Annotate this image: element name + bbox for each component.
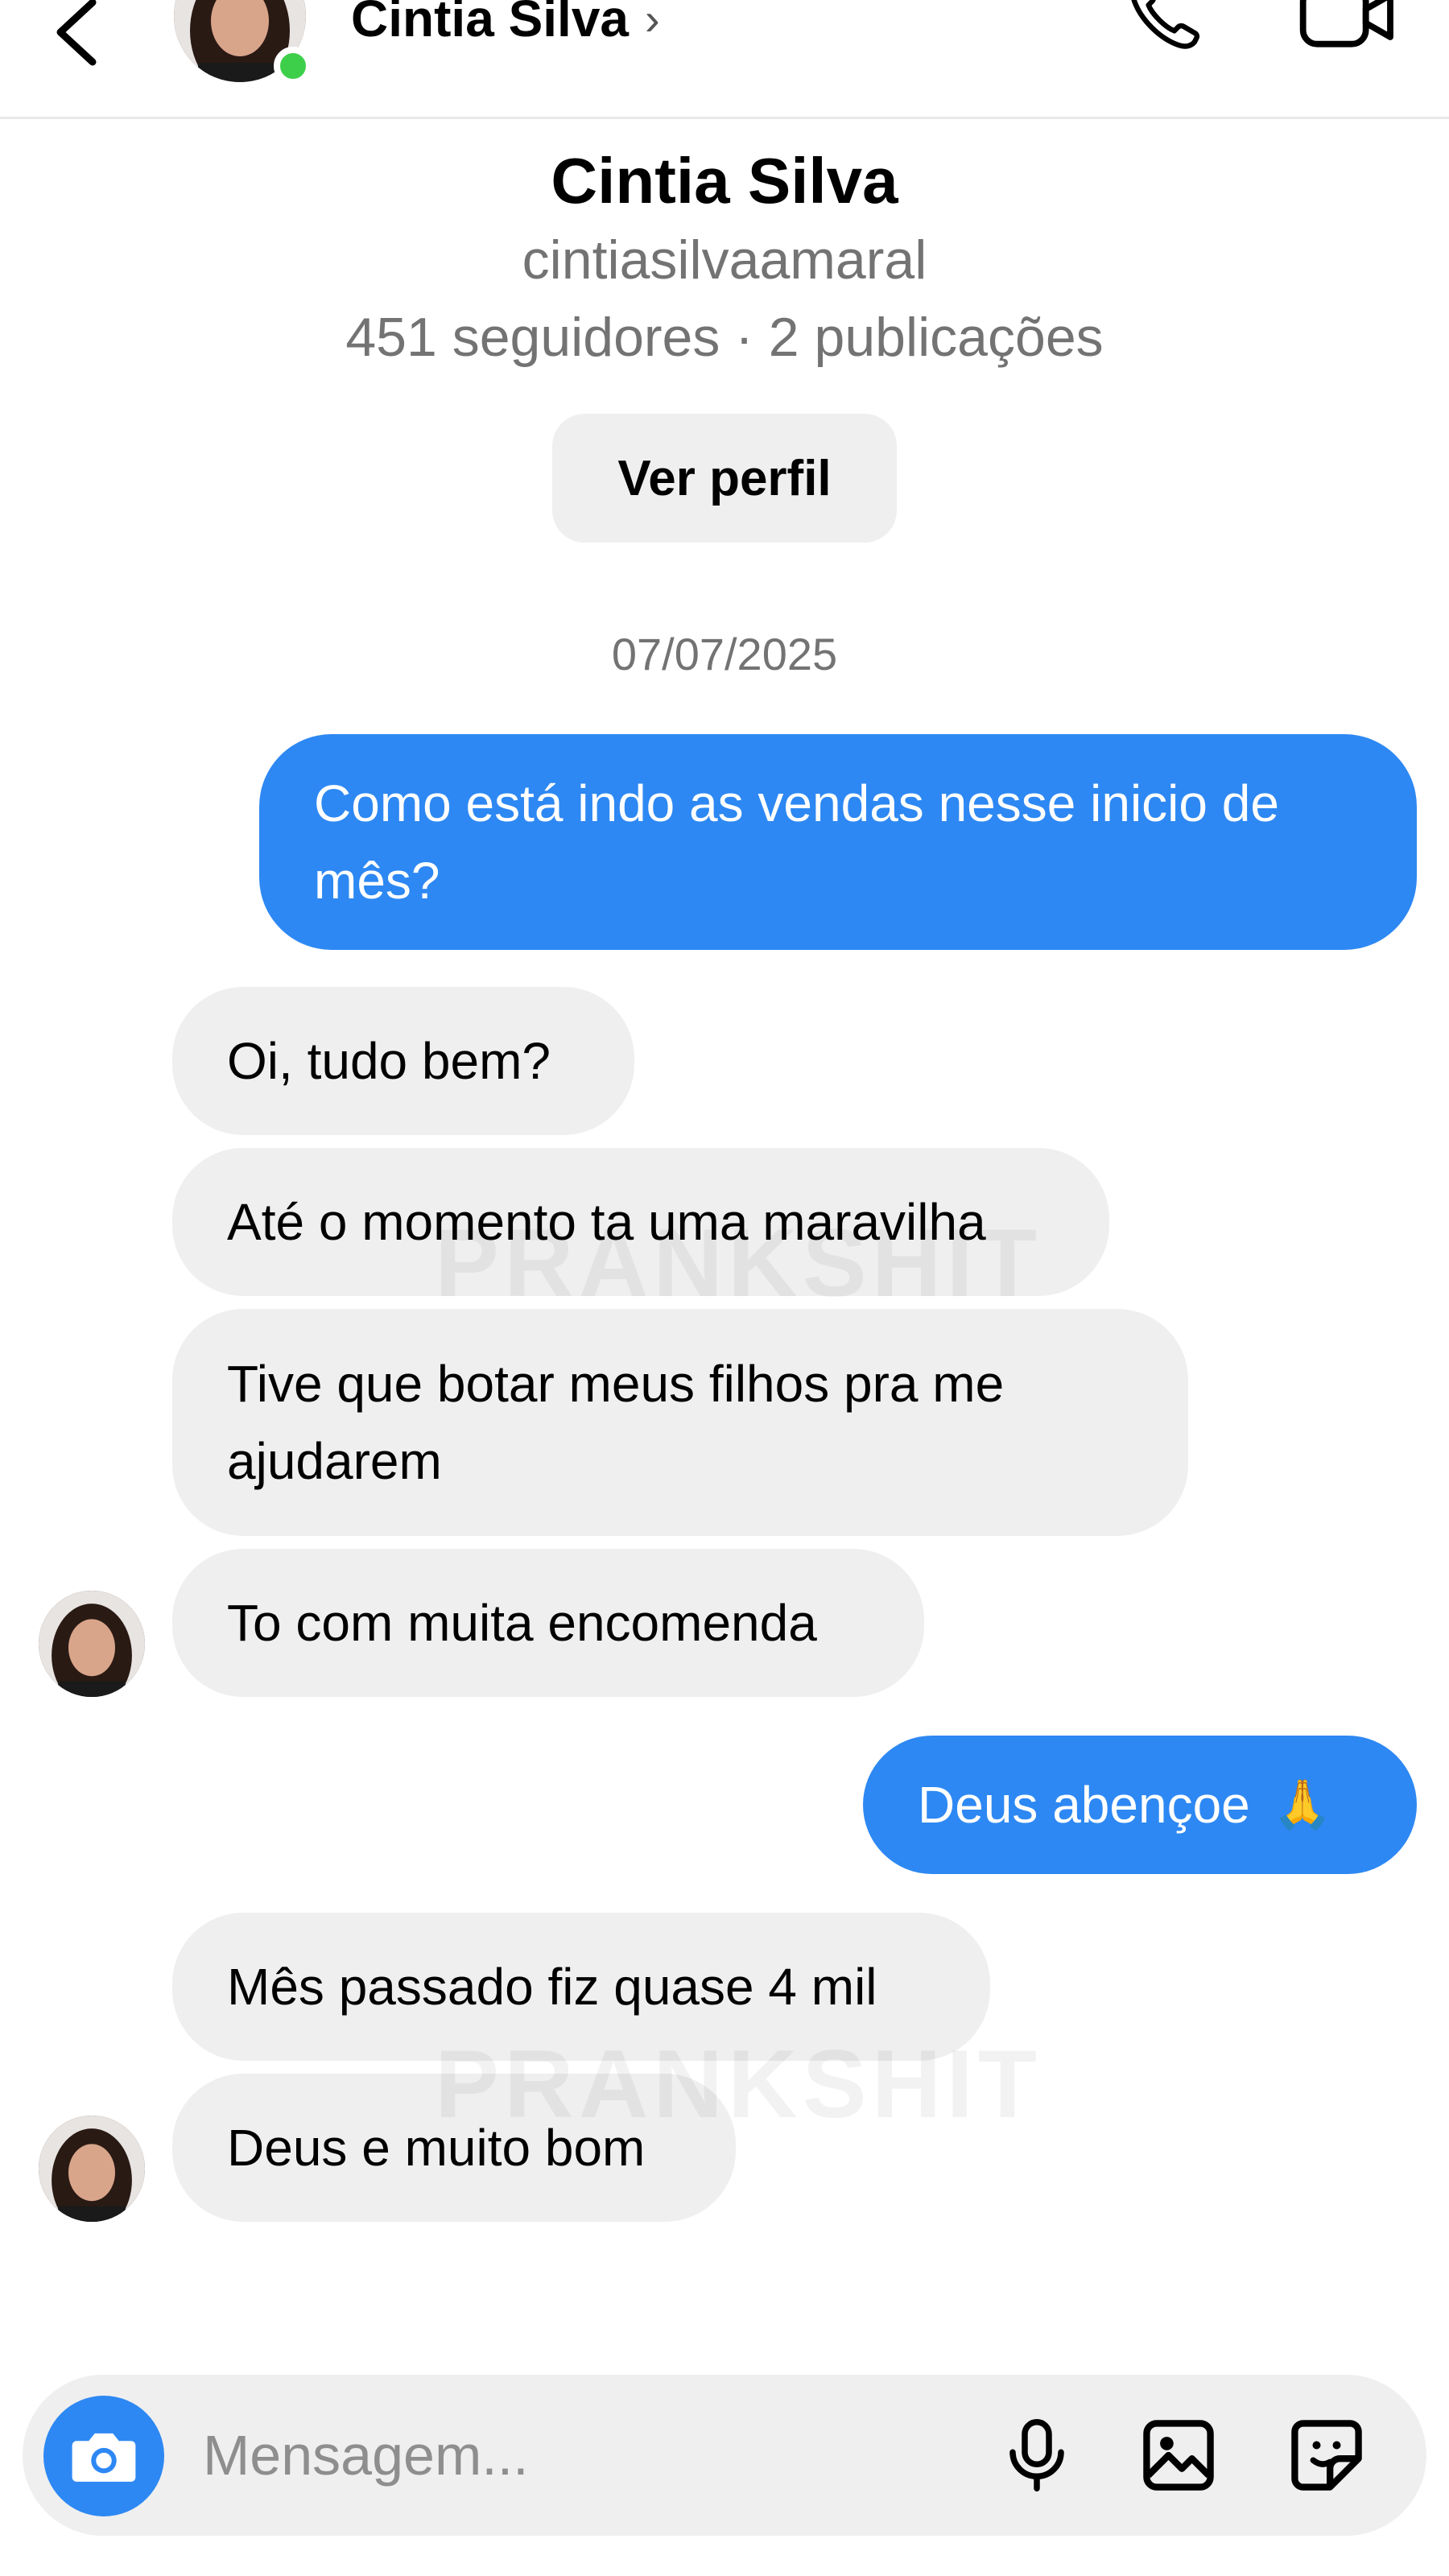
back-arrow-icon	[56, 0, 97, 66]
gallery-button[interactable]	[1130, 2407, 1227, 2504]
praying-hands-emoji: 🙏	[1272, 1777, 1333, 1831]
contact-avatar[interactable]	[174, 0, 312, 85]
camera-button[interactable]	[43, 2396, 164, 2516]
message-text: To com muita encomenda	[227, 1594, 817, 1652]
message-text: Deus abençoe	[918, 1776, 1250, 1834]
message-bubble-incoming[interactable]: Deus e muito bom	[172, 2074, 736, 2222]
chevron-right-icon: ›	[645, 0, 660, 44]
profile-username: cintiasilvaamaral	[522, 229, 927, 291]
date-separator: 07/07/2025	[611, 629, 838, 679]
microphone-icon	[1009, 2419, 1064, 2491]
header-contact-name[interactable]: Cintia Silva ›	[351, 0, 660, 48]
sticker-button[interactable]	[1278, 2407, 1375, 2504]
message-bubble-incoming[interactable]: Até o momento ta uma maravilha	[172, 1148, 1109, 1296]
phone-icon	[1131, 0, 1200, 49]
message-bubble-outgoing[interactable]: Deus abençoe 🙏	[863, 1736, 1417, 1874]
profile-summary: Cintia Silva cintiasilvaamaral 451 segui…	[0, 141, 1449, 376]
contact-avatar-small[interactable]	[39, 1591, 145, 1697]
message-text: Tive que botar meus filhos pra me ajudar…	[227, 1355, 1005, 1490]
message-bubble-incoming[interactable]: Tive que botar meus filhos pra me ajudar…	[172, 1309, 1188, 1536]
message-text: Até o momento ta uma maravilha	[227, 1193, 986, 1251]
message-bubble-incoming[interactable]: Mês passado fiz quase 4 mil	[172, 1913, 990, 2061]
sticker-icon	[1291, 2420, 1362, 2491]
chat-header: Cintia Silva ›	[0, 0, 1449, 119]
message-text: Como está indo as vendas nesse inicio de…	[314, 774, 1279, 910]
contact-name-text: Cintia Silva	[351, 0, 629, 47]
message-text: Deus e muito bom	[227, 2119, 646, 2177]
online-indicator	[274, 47, 312, 85]
voice-call-button[interactable]	[1111, 0, 1216, 64]
video-camera-icon	[1299, 0, 1393, 47]
profile-name: Cintia Silva	[551, 145, 898, 217]
view-profile-button[interactable]: Ver perfil	[552, 414, 897, 543]
message-bubble-incoming[interactable]: To com muita encomenda	[172, 1549, 924, 1697]
video-call-button[interactable]	[1288, 0, 1409, 64]
back-button[interactable]	[40, 0, 113, 80]
message-text: Mês passado fiz quase 4 mil	[227, 1958, 877, 2016]
message-input[interactable]	[203, 2407, 976, 2504]
voice-message-button[interactable]	[989, 2407, 1085, 2504]
message-composer	[23, 2375, 1426, 2536]
profile-stats: 451 seguidores · 2 publicações	[345, 307, 1104, 368]
contact-avatar-small[interactable]	[39, 2116, 145, 2222]
camera-icon	[72, 2433, 136, 2482]
message-bubble-incoming[interactable]: Oi, tudo bem?	[172, 987, 634, 1135]
message-text: Oi, tudo bem?	[227, 1032, 551, 1090]
image-icon	[1143, 2420, 1214, 2491]
message-bubble-outgoing[interactable]: Como está indo as vendas nesse inicio de…	[259, 734, 1417, 950]
